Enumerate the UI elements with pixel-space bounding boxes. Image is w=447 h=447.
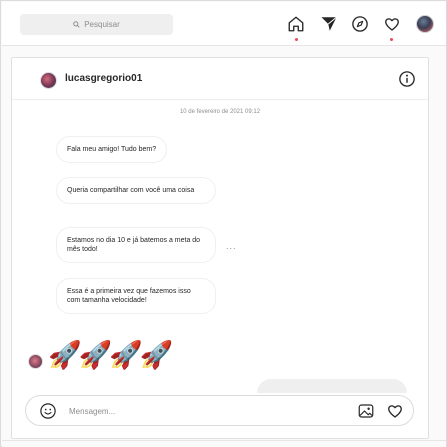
top-navigation-bar: Pesquisar — [2, 2, 446, 46]
search-icon — [73, 21, 80, 28]
info-icon[interactable] — [398, 70, 416, 88]
heart-icon[interactable] — [386, 402, 404, 420]
contact-username[interactable]: lucasgregorio01 — [65, 73, 142, 84]
bottom-bar — [2, 440, 446, 447]
activity-icon[interactable] — [382, 14, 402, 34]
search-box[interactable]: Pesquisar — [20, 14, 173, 35]
app-window: Pesquisar lucasgregorio01 10 de fevereir… — [0, 0, 447, 447]
message-options-icon[interactable]: ... — [226, 241, 237, 251]
sender-avatar — [28, 354, 43, 369]
contact-avatar[interactable] — [40, 72, 57, 89]
outgoing-message-preview — [257, 379, 407, 393]
message-bubble[interactable]: Queria compartilhar com você uma coisa — [56, 177, 216, 204]
image-icon[interactable] — [357, 402, 375, 420]
direct-icon[interactable] — [319, 14, 339, 34]
message-timestamp: 10 de fevereiro de 2021 09:12 — [179, 109, 261, 115]
message-bubble[interactable]: Fala meu amigo! Tudo bem? — [56, 136, 168, 163]
search-placeholder: Pesquisar — [84, 20, 120, 29]
conversation-panel: lucasgregorio01 10 de fevereiro de 2021 … — [11, 57, 429, 439]
emoji-message[interactable]: 🚀🚀🚀🚀 — [48, 338, 173, 372]
explore-icon[interactable] — [350, 14, 370, 34]
message-bubble[interactable]: Estamos no dia 10 e já batemos a meta do… — [56, 227, 216, 263]
profile-avatar[interactable] — [416, 15, 434, 33]
message-bubble[interactable]: Essa é a primeira vez que fazemos isso c… — [56, 278, 216, 314]
home-notification-dot — [295, 38, 298, 41]
activity-notification-dot — [390, 38, 393, 41]
message-composer — [25, 395, 414, 426]
message-input[interactable] — [69, 403, 319, 419]
conversation-header: lucasgregorio01 — [12, 58, 428, 100]
emoji-icon[interactable] — [39, 402, 57, 420]
home-icon[interactable] — [286, 14, 306, 34]
